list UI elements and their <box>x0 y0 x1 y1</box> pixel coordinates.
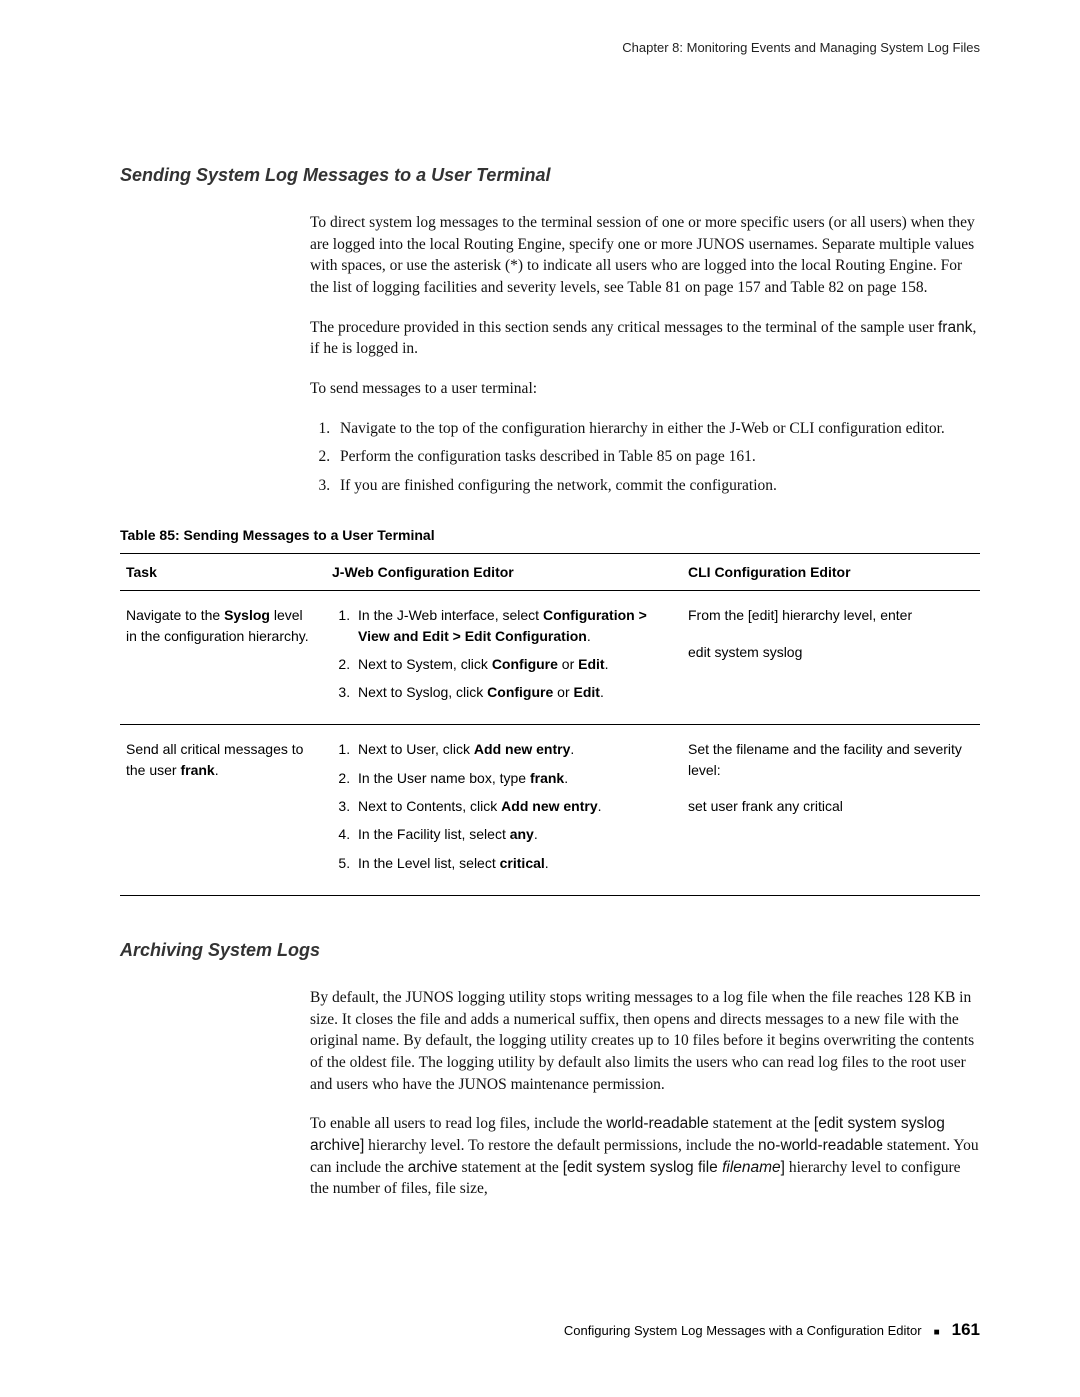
paragraph: To direct system log messages to the ter… <box>310 212 980 299</box>
text: . <box>570 741 574 757</box>
paragraph: To enable all users to read log files, i… <box>310 1113 980 1200</box>
bold-text: Add new entry <box>501 798 597 814</box>
col-header-jweb: J-Web Configuration Editor <box>326 554 682 591</box>
step: Navigate to the top of the configuration… <box>334 418 980 440</box>
text: In the Facility list, select <box>358 826 510 842</box>
text: [edit] <box>748 607 778 623</box>
bold-text: Syslog <box>224 607 270 623</box>
bold-text: critical <box>500 855 545 871</box>
bold-text: frank <box>530 770 564 786</box>
paragraph: The procedure provided in this section s… <box>310 317 980 360</box>
square-icon: ■ <box>934 1327 940 1338</box>
footer-text: Configuring System Log Messages with a C… <box>564 1323 922 1338</box>
col-header-cli: CLI Configuration Editor <box>682 554 980 591</box>
substep: In the J-Web interface, select Configura… <box>354 605 672 646</box>
substep: In the Facility list, select any. <box>354 824 672 844</box>
table-row: Send all critical messages to the user f… <box>120 725 980 895</box>
step: Perform the configuration tasks describe… <box>334 446 980 468</box>
bold-text: any <box>510 826 534 842</box>
page-number: 161 <box>952 1320 980 1340</box>
task-cell: Send all critical messages to the user f… <box>120 725 326 895</box>
table-85: Task J-Web Configuration Editor CLI Conf… <box>120 553 980 896</box>
statement: world-readable <box>606 1115 709 1132</box>
text: . <box>564 770 568 786</box>
text: Next to Syslog, click <box>358 684 487 700</box>
cli-command: edit system syslog <box>688 642 970 662</box>
text: statement at the <box>709 1115 814 1132</box>
text: In the User name box, type <box>358 770 530 786</box>
text: Set the filename and the facility and se… <box>688 739 970 780</box>
bold-text: Edit <box>574 684 600 700</box>
text: . <box>598 798 602 814</box>
text: . <box>605 656 609 672</box>
text: statement at the <box>458 1159 563 1176</box>
step: If you are finished configuring the netw… <box>334 475 980 497</box>
section-title-archiving: Archiving System Logs <box>120 940 980 961</box>
statement: archive <box>408 1159 458 1176</box>
text: or <box>558 656 578 672</box>
section-title-sending: Sending System Log Messages to a User Te… <box>120 165 980 186</box>
procedure-steps: Navigate to the top of the configuration… <box>310 418 980 497</box>
table-row: Navigate to the Syslog level in the conf… <box>120 591 980 725</box>
substep: Next to User, click Add new entry. <box>354 739 672 759</box>
text: . <box>534 826 538 842</box>
text: Next to System, click <box>358 656 492 672</box>
text: . <box>600 684 604 700</box>
text: Navigate to the <box>126 607 224 623</box>
paragraph: By default, the JUNOS logging utility st… <box>310 987 980 1095</box>
text: The procedure provided in this section s… <box>310 319 938 336</box>
statement: no-world-readable <box>758 1137 883 1154</box>
cli-cell: From the [edit] hierarchy level, enter e… <box>682 591 980 725</box>
username-frank: frank <box>938 319 972 336</box>
substep: In the User name box, type frank. <box>354 768 672 788</box>
paragraph: To send messages to a user terminal: <box>310 378 980 400</box>
text: or <box>553 684 573 700</box>
bold-text: Configure <box>487 684 553 700</box>
text: hierarchy level. To restore the default … <box>364 1137 758 1154</box>
text: To enable all users to read log files, i… <box>310 1115 606 1132</box>
text: Next to User, click <box>358 741 474 757</box>
text: . <box>545 855 549 871</box>
text: Send all <box>126 741 180 757</box>
task-cell: Navigate to the Syslog level in the conf… <box>120 591 326 725</box>
col-header-task: Task <box>120 554 326 591</box>
substep: Next to Contents, click Add new entry. <box>354 796 672 816</box>
cli-command: set user frank any critical <box>688 796 970 816</box>
table-title: Table 85: Sending Messages to a User Ter… <box>120 527 980 543</box>
chapter-header: Chapter 8: Monitoring Events and Managin… <box>120 40 980 55</box>
page-footer: Configuring System Log Messages with a C… <box>120 1320 980 1340</box>
text: hierarchy level, enter <box>778 607 912 623</box>
variable-filename: filename <box>722 1159 781 1176</box>
text: From the <box>688 607 748 623</box>
jweb-cell: Next to User, click Add new entry. In th… <box>326 725 682 895</box>
text: . <box>587 628 591 644</box>
substep: Next to Syslog, click Configure or Edit. <box>354 682 672 702</box>
substep: Next to System, click Configure or Edit. <box>354 654 672 674</box>
text: In the J-Web interface, select <box>358 607 543 623</box>
bold-text: Add new entry <box>474 741 570 757</box>
hierarchy-level: [edit system syslog file <box>563 1159 722 1176</box>
jweb-cell: In the J-Web interface, select Configura… <box>326 591 682 725</box>
text: . <box>215 762 219 778</box>
bold-text: frank <box>180 762 214 778</box>
text: Next to Contents, click <box>358 798 501 814</box>
substep: In the Level list, select critical. <box>354 853 672 873</box>
bold-text: Edit <box>578 656 604 672</box>
bold-text: Configure <box>492 656 558 672</box>
text: In the Level list, select <box>358 855 500 871</box>
text: critical <box>180 741 220 757</box>
cli-cell: Set the filename and the facility and se… <box>682 725 980 895</box>
